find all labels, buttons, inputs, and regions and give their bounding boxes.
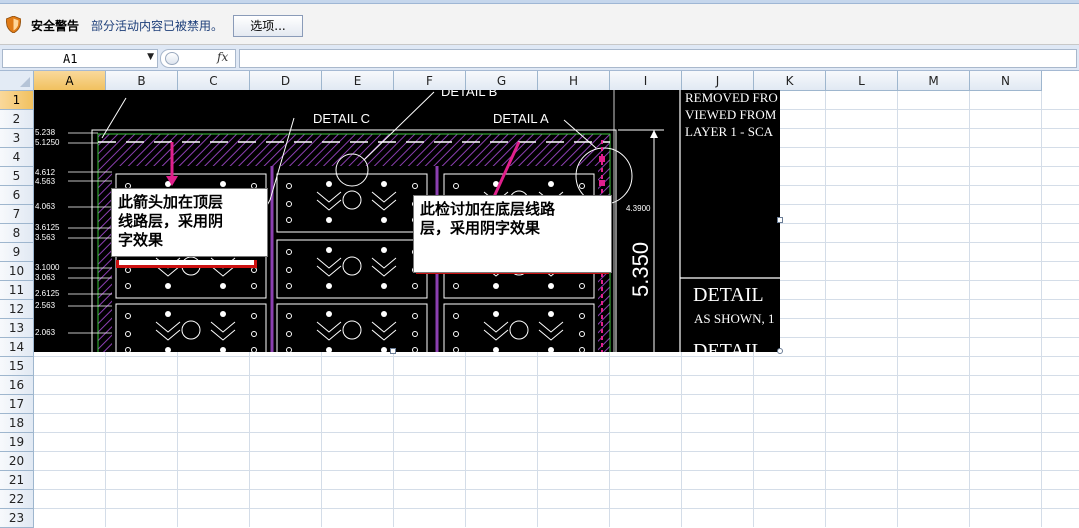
column-header[interactable]: J (682, 71, 754, 91)
options-button[interactable]: 选项... (233, 15, 303, 37)
cad-dimension-label: 4.612 (35, 168, 56, 177)
column-header[interactable]: N (970, 71, 1042, 91)
cad-dimension-main: 5.350 (628, 241, 653, 297)
row-header[interactable]: 5 (0, 167, 34, 186)
cad-dimension-label: 3.1000 (35, 263, 60, 272)
cad-detail-title-2: DETAIL (693, 340, 764, 352)
row-header[interactable]: 1 (0, 91, 34, 110)
row-header[interactable]: 8 (0, 224, 34, 243)
callout-1-line-1: 此箭头加在顶层 (118, 193, 224, 211)
cad-label-detail-a: DETAIL A (493, 111, 549, 126)
cad-dimension-label: 3.063 (35, 273, 56, 282)
row-header[interactable]: 9 (0, 243, 34, 262)
security-warning-title: 安全警告 (31, 19, 80, 33)
formula-input[interactable] (239, 49, 1077, 68)
security-warning-bar: 安全警告 部分活动内容已被禁用。 选项... (0, 4, 1079, 45)
cad-dimension-label: 2.6125 (35, 289, 60, 298)
column-header[interactable]: C (178, 71, 250, 91)
annotation-callout-top-layer[interactable]: 此箭头加在顶层 线路层，采用阴 字效果 (111, 188, 268, 257)
callout-2-line-1: 此检讨加在底层线路 (420, 200, 556, 218)
cad-dimension-label: 5.1250 (35, 138, 60, 147)
column-header[interactable]: B (106, 71, 178, 91)
resize-handle[interactable] (390, 348, 396, 354)
row-header[interactable]: 4 (0, 148, 34, 167)
row-header[interactable]: 3 (0, 129, 34, 148)
resize-handle[interactable] (777, 348, 783, 354)
column-header[interactable]: I (610, 71, 682, 91)
formula-bar: A1 ▼ fx (0, 45, 1079, 71)
column-header[interactable]: K (754, 71, 826, 91)
security-warning-message: 部分活动内容已被禁用。 (91, 19, 224, 33)
cad-dimension-label: 5.238 (35, 128, 56, 137)
row-header[interactable]: 7 (0, 205, 34, 224)
column-header[interactable]: M (898, 71, 970, 91)
select-all-triangle-icon (20, 77, 30, 87)
column-header[interactable]: L (826, 71, 898, 91)
cad-right-dim: 4.3900 (626, 204, 651, 213)
cad-note-line-1: REMOVED FRO (685, 90, 778, 105)
row-header[interactable]: 23 (0, 509, 34, 528)
row-header[interactable]: 15 (0, 357, 34, 376)
expand-handle-icon[interactable] (165, 52, 179, 65)
callout-1-line-2: 线路层，采用阴 (118, 212, 224, 230)
cad-note-line-2: VIEWED FROM (685, 107, 777, 122)
callout-2-line-2: 层，采用阴字效果 (420, 219, 541, 237)
cad-dimension-label: 4.063 (35, 202, 56, 211)
column-header[interactable]: H (538, 71, 610, 91)
cad-note-line-3: LAYER 1 - SCA (685, 124, 774, 139)
row-header[interactable]: 2 (0, 110, 34, 129)
cad-label-detail-c: DETAIL C (313, 111, 371, 126)
cad-dimension-label: 2.063 (35, 328, 56, 337)
column-header[interactable]: A (34, 71, 106, 91)
row-header[interactable]: 11 (0, 281, 34, 300)
row-header[interactable]: 22 (0, 490, 34, 509)
row-header[interactable]: 13 (0, 319, 34, 338)
row-header[interactable]: 12 (0, 300, 34, 319)
row-header[interactable]: 19 (0, 433, 34, 452)
callout-1-line-3: 字效果 (118, 231, 164, 249)
column-header[interactable]: D (250, 71, 322, 91)
row-header[interactable]: 21 (0, 471, 34, 490)
column-headers: ABCDEFGHIJKLMN (34, 71, 1079, 91)
chevron-down-icon[interactable]: ▼ (147, 52, 154, 62)
cad-detail-title: DETAIL (693, 284, 764, 306)
cad-dimension-label: 3.6125 (35, 223, 60, 232)
row-header[interactable]: 20 (0, 452, 34, 471)
row-header[interactable]: 6 (0, 186, 34, 205)
cad-dimension-label: 4.563 (35, 177, 56, 186)
insert-function-area: fx (160, 49, 236, 68)
column-header[interactable]: E (322, 71, 394, 91)
column-header[interactable]: F (394, 71, 466, 91)
cad-detail-scale: AS SHOWN, 1 (694, 311, 775, 326)
row-header[interactable]: 14 (0, 338, 34, 357)
column-header[interactable]: G (466, 71, 538, 91)
row-header[interactable]: 18 (0, 414, 34, 433)
cad-dimension-label: 3.563 (35, 233, 56, 242)
cad-dimension-label: 2.563 (35, 301, 56, 310)
select-all-button[interactable] (0, 71, 34, 91)
row-header[interactable]: 10 (0, 262, 34, 281)
callout-1-underline (116, 260, 257, 268)
name-box[interactable]: A1 ▼ (2, 49, 158, 68)
row-header[interactable]: 17 (0, 395, 34, 414)
cad-label-detail-b: DETAIL B (441, 90, 498, 99)
shield-icon (6, 16, 21, 33)
resize-handle[interactable] (777, 217, 783, 223)
insert-function-button[interactable]: fx (217, 50, 228, 64)
annotation-callout-bottom-layer[interactable]: 此检讨加在底层线路 层，采用阴字效果 (413, 195, 612, 273)
row-header[interactable]: 16 (0, 376, 34, 395)
name-box-value: A1 (63, 52, 78, 66)
